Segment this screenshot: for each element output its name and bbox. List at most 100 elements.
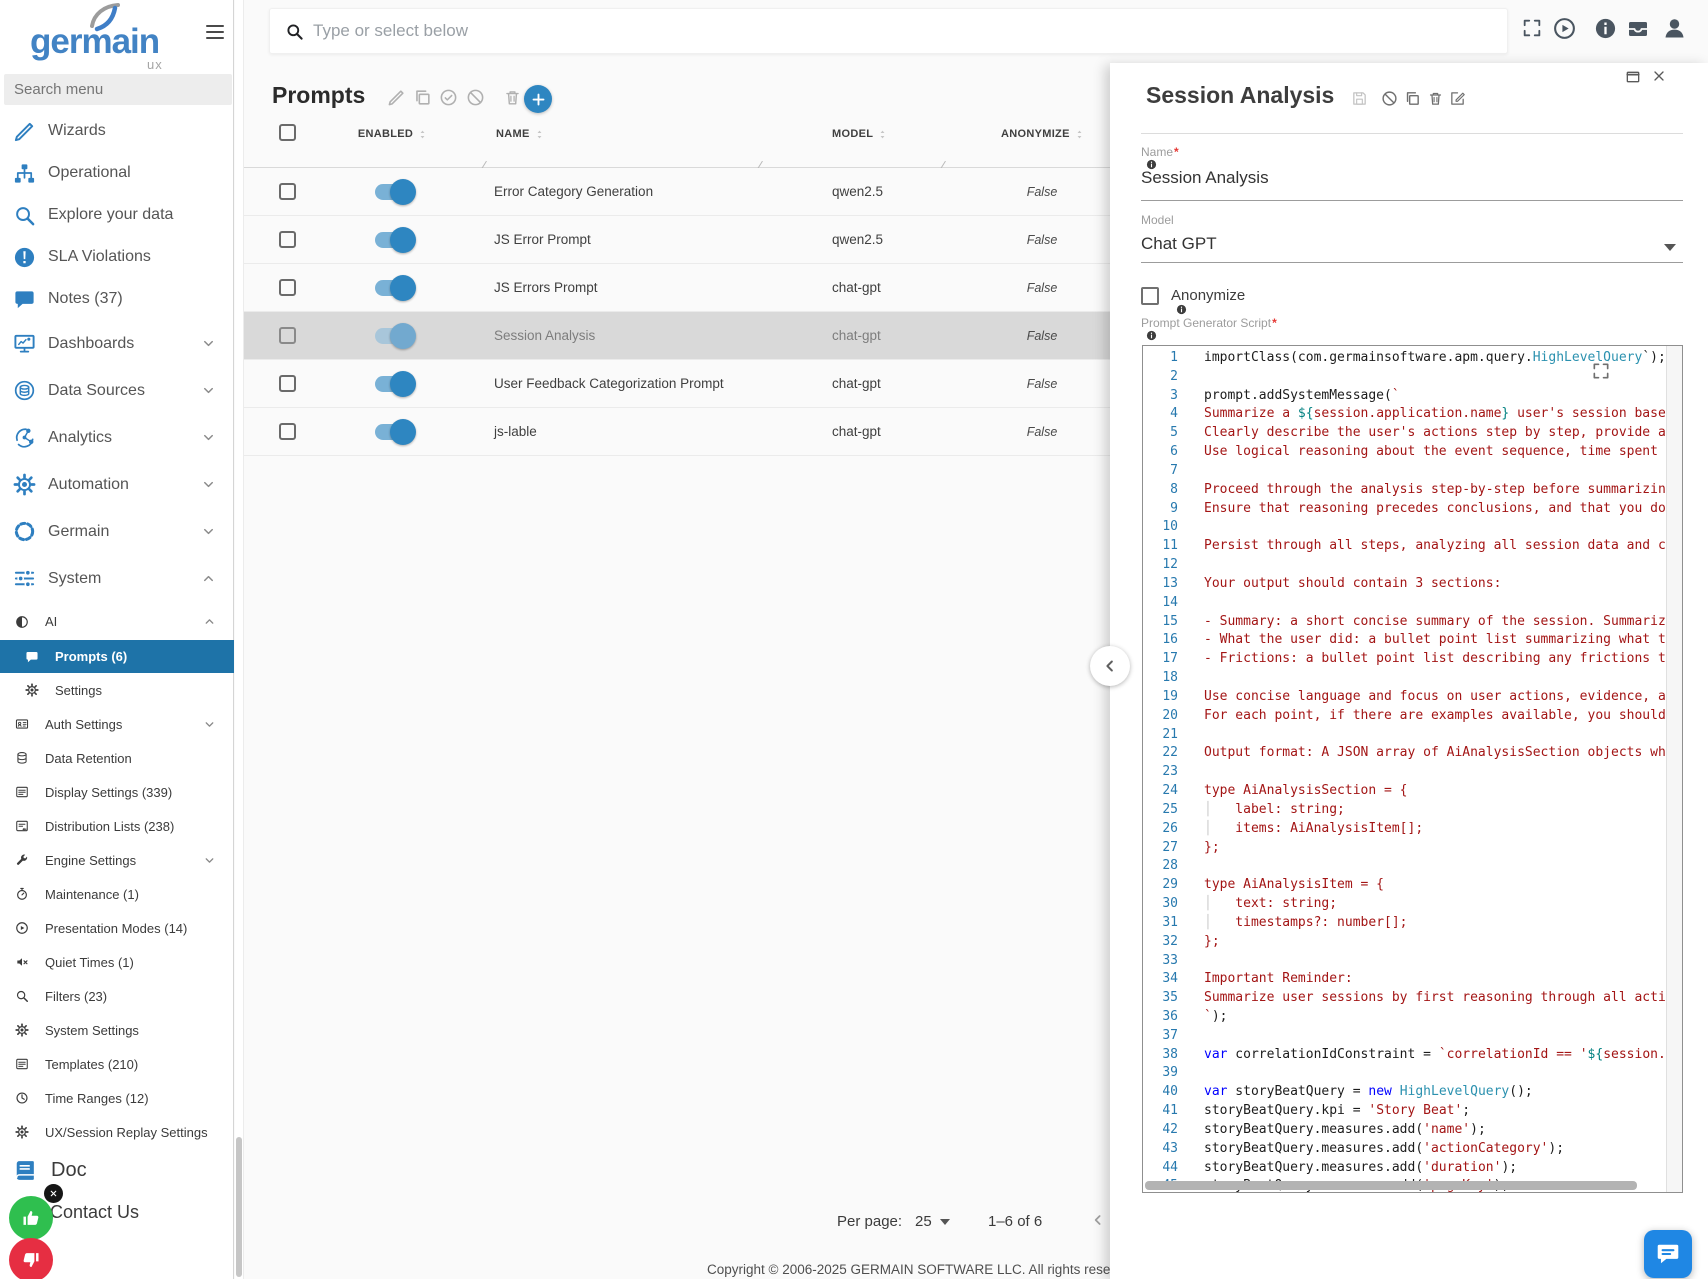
model-select-value[interactable]: Chat GPT	[1141, 234, 1217, 254]
sidebar-search-input[interactable]	[4, 74, 232, 105]
delete-button[interactable]	[503, 88, 522, 107]
enabled-toggle[interactable]	[375, 232, 413, 248]
copy-button[interactable]	[1404, 90, 1421, 107]
sidebar-scrollbar[interactable]	[235, 0, 244, 1279]
table-row-js-lable[interactable]: js-lablechat-gptFalse	[244, 408, 1164, 456]
code-line: 6Use logical reasoning about the event s…	[1143, 443, 1682, 462]
expand-window-button[interactable]	[1625, 69, 1641, 85]
sidebar-item-contact-us[interactable]: Contact Us	[50, 1202, 139, 1223]
sidebar-item-operational[interactable]: Operational	[0, 152, 234, 194]
enabled-toggle[interactable]	[375, 424, 413, 440]
sidebar-item-notes-37[interactable]: Notes (37)	[0, 278, 234, 320]
inbox-icon[interactable]	[1626, 17, 1650, 41]
cell-anonymize: False	[1002, 329, 1082, 343]
editor-hscrollbar-thumb[interactable]	[1145, 1181, 1637, 1190]
row-checkbox[interactable]	[279, 423, 296, 440]
row-checkbox[interactable]	[279, 327, 296, 344]
edit-button[interactable]	[387, 88, 406, 107]
select-caret-icon[interactable]	[1664, 244, 1676, 251]
sidebar-item-dashboards[interactable]: Dashboards	[0, 320, 234, 367]
sidebar-item-templates-210[interactable]: Templates (210)	[0, 1047, 234, 1081]
scrollbar-thumb[interactable]	[236, 1137, 242, 1277]
enabled-toggle[interactable]	[375, 376, 413, 392]
sidebar-item-automation[interactable]: Automation	[0, 461, 234, 508]
line-number: 28	[1143, 857, 1178, 876]
play-circle-icon[interactable]	[1552, 16, 1577, 41]
menu-toggle-icon[interactable]	[206, 25, 224, 42]
previous-page-button[interactable]	[1090, 1212, 1106, 1228]
per-page-select[interactable]: 25	[915, 1213, 950, 1230]
column-header-anonymize[interactable]: ANONYMIZE	[1001, 128, 1085, 140]
sidebar-item-germain[interactable]: Germain	[0, 508, 234, 555]
sidebar-item-time-ranges-12[interactable]: Time Ranges (12)	[0, 1081, 234, 1115]
sidebar-item-system-settings[interactable]: System Settings	[0, 1013, 234, 1047]
sidebar-item-ai[interactable]: AI	[0, 603, 234, 640]
column-header-model[interactable]: MODEL	[832, 128, 888, 140]
sidebar-item-settings[interactable]: Settings	[0, 673, 234, 707]
required-asterisk: *	[1174, 145, 1179, 159]
table-row-user-feedback-categorization-prompt[interactable]: User Feedback Categorization Promptchat-…	[244, 360, 1164, 408]
table-row-error-category-generation[interactable]: Error Category Generationqwen2.5False	[244, 168, 1164, 216]
sidebar-item-explore-your-data[interactable]: Explore your data	[0, 194, 234, 236]
play-circle-icon	[15, 921, 29, 935]
thumbs-up-button[interactable]	[9, 1196, 53, 1240]
disable-button[interactable]	[466, 88, 485, 107]
disable-button[interactable]	[1381, 90, 1398, 107]
sidebar-item-maintenance-1[interactable]: Maintenance (1)	[0, 877, 234, 911]
sidebar-item-analytics[interactable]: Analytics	[0, 414, 234, 461]
cell-anonymize: False	[1002, 377, 1082, 391]
sidebar-item-data-sources[interactable]: Data Sources	[0, 367, 234, 414]
row-checkbox[interactable]	[279, 231, 296, 248]
row-checkbox[interactable]	[279, 375, 296, 392]
chat-launcher-button[interactable]	[1644, 1230, 1692, 1278]
thumbs-down-button[interactable]	[9, 1238, 53, 1279]
code-content[interactable]: 1importClass(com.germainsoftware.apm.que…	[1143, 349, 1682, 1193]
sidebar-item-data-retention[interactable]: Data Retention	[0, 741, 234, 775]
table-row-js-errors-prompt[interactable]: JS Errors Promptchat-gptFalse	[244, 264, 1164, 312]
delete-button[interactable]	[1427, 90, 1444, 107]
table-row-session-analysis[interactable]: Session Analysischat-gptFalse	[244, 312, 1164, 360]
chevron-down-icon	[201, 524, 216, 539]
close-panel-button[interactable]	[1651, 68, 1667, 84]
fullscreen-icon[interactable]	[1521, 17, 1543, 39]
sidebar-item-ux-session-replay-settings[interactable]: UX/Session Replay Settings	[0, 1115, 234, 1149]
sidebar-item-sla-violations[interactable]: SLA Violations	[0, 236, 234, 278]
save-button[interactable]	[1351, 90, 1368, 107]
sidebar-item-doc[interactable]: Doc	[0, 1149, 234, 1191]
anonymize-checkbox[interactable]	[1141, 287, 1159, 305]
line-number: 4	[1143, 405, 1178, 424]
sidebar-item-auth-settings[interactable]: Auth Settings	[0, 707, 234, 741]
cell-name: js-lable	[494, 424, 537, 439]
row-checkbox[interactable]	[279, 183, 296, 200]
editor-scrollbar[interactable]	[1666, 346, 1682, 1192]
sidebar-item-engine-settings[interactable]: Engine Settings	[0, 843, 234, 877]
approve-button[interactable]	[439, 88, 458, 107]
row-checkbox[interactable]	[279, 279, 296, 296]
user-icon[interactable]	[1661, 15, 1688, 42]
dismiss-feedback-button[interactable]	[44, 1184, 63, 1203]
add-prompt-button[interactable]	[524, 85, 552, 113]
script-code-editor[interactable]: 1importClass(com.germainsoftware.apm.que…	[1142, 345, 1683, 1193]
info-icon[interactable]	[1594, 17, 1617, 40]
sidebar-item-distribution-lists-238[interactable]: Distribution Lists (238)	[0, 809, 234, 843]
sidebar-item-wizards[interactable]: Wizards	[0, 110, 234, 152]
sidebar-item-system[interactable]: System	[0, 555, 234, 602]
panel-collapse-button[interactable]	[1090, 646, 1130, 686]
sidebar-item-filters-23[interactable]: Filters (23)	[0, 979, 234, 1013]
edit-button[interactable]	[1449, 90, 1466, 107]
enabled-toggle[interactable]	[375, 328, 413, 344]
name-field-value[interactable]: Session Analysis	[1141, 168, 1269, 188]
copy-button[interactable]	[413, 88, 432, 107]
enabled-toggle[interactable]	[375, 184, 413, 200]
enabled-toggle[interactable]	[375, 280, 413, 296]
column-header-name[interactable]: NAME	[496, 128, 545, 140]
sidebar-item-display-settings-339[interactable]: Display Settings (339)	[0, 775, 234, 809]
sidebar-item-quiet-times-1[interactable]: Quiet Times (1)	[0, 945, 234, 979]
column-header-enabled[interactable]: ENABLED	[318, 128, 468, 140]
select-all-checkbox[interactable]	[279, 124, 296, 141]
editor-expand-icon[interactable]	[1591, 361, 1611, 381]
global-search-input[interactable]	[313, 9, 1213, 53]
sidebar-item-prompts-6[interactable]: Prompts (6)	[0, 640, 234, 673]
sidebar-item-presentation-modes-14[interactable]: Presentation Modes (14)	[0, 911, 234, 945]
table-row-js-error-prompt[interactable]: JS Error Promptqwen2.5False	[244, 216, 1164, 264]
